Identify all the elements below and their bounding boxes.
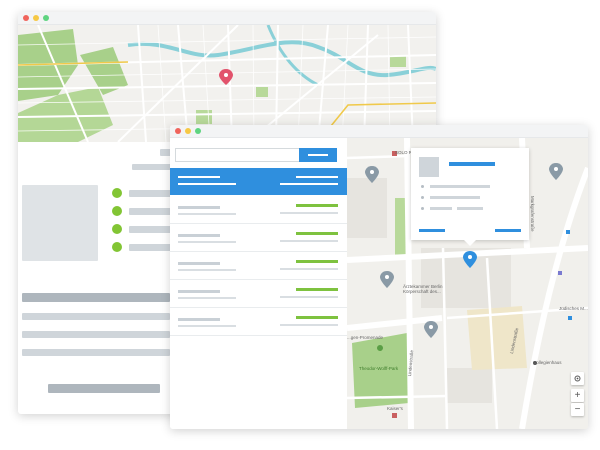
search-button-label (308, 154, 328, 156)
text-line (22, 349, 170, 356)
location-phone (430, 196, 480, 199)
search-button[interactable] (299, 148, 337, 162)
selected-item-meta (280, 183, 338, 185)
info-card-pointer (464, 240, 476, 246)
map-label: ...gen-Promenade (347, 335, 384, 340)
image-placeholder (22, 185, 98, 261)
selected-item-subtitle (178, 183, 236, 185)
selected-item-distance (296, 176, 338, 178)
location-address (430, 185, 490, 188)
maximize-window-button[interactable] (195, 128, 201, 134)
location-list-pane (170, 138, 347, 429)
plus-icon: + (574, 390, 581, 401)
list-item-meta (280, 296, 338, 298)
location-list-item[interactable] (170, 307, 347, 336)
list-item-distance (296, 288, 338, 291)
location-info-card[interactable] (411, 148, 529, 246)
selected-location-item[interactable] (170, 168, 347, 195)
store-locator-titlebar (170, 125, 588, 138)
list-item-subtitle (178, 297, 236, 299)
text-line (22, 313, 170, 320)
close-window-button[interactable] (175, 128, 181, 134)
maximize-window-button[interactable] (43, 15, 49, 21)
list-item-title (178, 206, 220, 209)
map-label: Collegienhaus (533, 360, 562, 365)
locate-graphic (574, 375, 581, 382)
list-item-title (178, 318, 220, 321)
close-window-button[interactable] (23, 15, 29, 21)
location-title (449, 162, 495, 166)
map-label: Jüdisches M... (559, 306, 588, 311)
minimize-window-button[interactable] (185, 128, 191, 134)
list-item-subtitle (178, 241, 236, 243)
zoom-out-button[interactable]: − (571, 403, 584, 416)
map-label: Kaiser's (387, 406, 403, 411)
list-item-meta (280, 324, 338, 326)
list-item-title (178, 262, 220, 265)
location-list-item[interactable] (170, 195, 347, 224)
background-window-titlebar (18, 12, 436, 25)
text-line (22, 331, 170, 338)
store-map[interactable]: SOLO REAL A Ärztekammer Berlin Körpersch… (347, 138, 588, 429)
directions-link[interactable] (419, 229, 445, 232)
list-item-distance (296, 232, 338, 235)
phone-icon (421, 196, 424, 199)
list-item-distance (296, 316, 338, 319)
list-item-subtitle (178, 269, 236, 271)
store-locator-window: SOLO REAL A Ärztekammer Berlin Körpersch… (170, 125, 588, 429)
selected-item-title (178, 176, 220, 178)
minimize-window-button[interactable] (33, 15, 39, 21)
location-hours-extra (457, 207, 483, 210)
section-heading-placeholder (22, 293, 170, 302)
search-input[interactable] (175, 148, 299, 162)
minus-icon: − (574, 404, 581, 415)
hours-icon (421, 207, 424, 210)
list-item-distance (296, 260, 338, 263)
list-item-meta (280, 240, 338, 242)
location-hours (430, 207, 452, 210)
list-item-meta (280, 268, 338, 270)
map-label: Ärztekammer Berlin Körperschaft des... (403, 284, 443, 294)
list-item-subtitle (178, 213, 236, 215)
location-thumbnail (419, 157, 439, 177)
list-item-meta (280, 212, 338, 214)
map-label: Theodor-Wolff-Park (359, 366, 399, 371)
address-icon (421, 185, 424, 188)
bullet-icon (112, 188, 122, 198)
list-item-distance (296, 204, 338, 207)
location-list-item[interactable] (170, 251, 347, 280)
location-list-item[interactable] (170, 223, 347, 252)
list-item-subtitle (178, 325, 236, 327)
list-item-title (178, 234, 220, 237)
cta-button-placeholder[interactable] (48, 384, 160, 393)
crosshair-icon[interactable] (571, 372, 584, 385)
details-link[interactable] (495, 229, 521, 232)
bullet-icon (112, 224, 122, 234)
location-list-item[interactable] (170, 279, 347, 308)
street-label: Markgrafenstraße (530, 196, 535, 232)
list-item-title (178, 290, 220, 293)
zoom-in-button[interactable]: + (571, 389, 584, 402)
bullet-icon (112, 206, 122, 216)
bullet-icon (112, 242, 122, 252)
